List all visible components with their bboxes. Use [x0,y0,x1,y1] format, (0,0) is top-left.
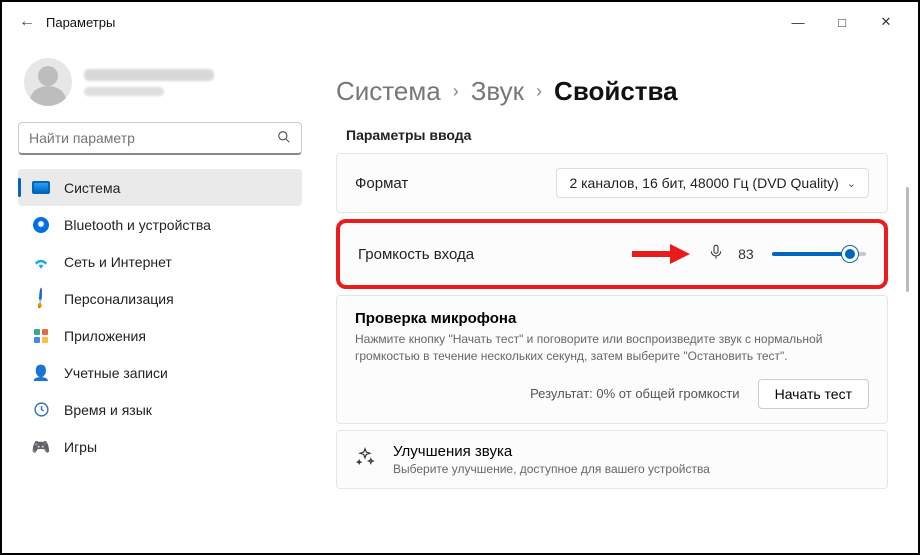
input-volume-label: Громкость входа [358,246,474,263]
brush-icon: 🖌️ [32,290,50,308]
minimize-button[interactable]: ― [776,2,820,42]
nav-item-system[interactable]: Система [18,169,302,206]
nav-label: Сеть и Интернет [64,254,172,270]
start-test-button[interactable]: Начать тест [758,379,869,409]
user-profile[interactable] [18,50,302,120]
nav-item-bluetooth[interactable]: ⁕ Bluetooth и устройства [18,206,302,243]
close-button[interactable]: ✕ [864,2,908,42]
format-label: Формат [355,175,408,192]
apps-icon [32,327,50,345]
nav-item-network[interactable]: Сеть и Интернет [18,243,302,280]
nav-item-gaming[interactable]: 🎮 Игры [18,428,302,465]
breadcrumb-system[interactable]: Система [336,76,441,107]
nav-list: Система ⁕ Bluetooth и устройства Сеть и … [18,169,302,465]
nav-item-time-language[interactable]: Время и язык [18,391,302,428]
title-bar: ← Параметры ― □ ✕ [2,2,918,42]
mic-test-desc: Нажмите кнопку "Начать тест" и поговорит… [355,331,869,365]
volume-slider[interactable] [772,244,866,264]
mic-test-result: Результат: 0% от общей громкости [530,386,740,401]
format-value: 2 каналов, 16 бит, 48000 Гц (DVD Quality… [569,175,838,191]
user-name [84,69,214,81]
input-volume-card: Громкость входа 83 [336,219,888,289]
mic-test-title: Проверка микрофона [355,310,869,327]
nav-label: Приложения [64,328,146,344]
volume-value: 83 [738,246,760,262]
gamepad-icon: 🎮 [32,438,50,456]
nav-label: Персонализация [64,291,174,307]
nav-item-personalization[interactable]: 🖌️ Персонализация [18,280,302,317]
sidebar: Система ⁕ Bluetooth и устройства Сеть и … [2,42,312,553]
chevron-down-icon: ⌄ [847,177,856,190]
breadcrumb-sound[interactable]: Звук [471,76,524,107]
search-icon [277,130,291,147]
format-select[interactable]: 2 каналов, 16 бит, 48000 Гц (DVD Quality… [556,168,869,198]
mic-test-card: Проверка микрофона Нажмите кнопку "Начат… [336,295,888,424]
nav-label: Система [64,180,120,196]
scrollbar[interactable] [905,82,910,553]
nav-item-apps[interactable]: Приложения [18,317,302,354]
sparkle-icon [355,447,375,472]
bluetooth-icon: ⁕ [32,216,50,234]
breadcrumb: Система › Звук › Свойства [336,76,888,107]
monitor-icon [32,179,50,197]
user-email [84,87,164,96]
nav-label: Bluetooth и устройства [64,217,211,233]
nav-label: Учетные записи [64,365,168,381]
breadcrumb-properties: Свойства [554,76,678,107]
chevron-right-icon: › [536,81,542,102]
wifi-icon [32,253,50,271]
enhance-title: Улучшения звука [393,443,710,460]
window-title: Параметры [46,15,115,30]
sound-enhance-card[interactable]: Улучшения звука Выберите улучшение, дост… [336,430,888,489]
microphone-icon[interactable] [708,243,724,265]
nav-label: Игры [64,439,97,455]
format-card: Формат 2 каналов, 16 бит, 48000 Гц (DVD … [336,153,888,213]
clock-icon [32,401,50,419]
annotation-arrow-icon [630,243,690,265]
enhance-desc: Выберите улучшение, доступное для вашего… [393,462,710,476]
nav-label: Время и язык [64,402,152,418]
section-input-params: Параметры ввода [346,127,888,143]
content-area: Система › Звук › Свойства Параметры ввод… [312,42,918,553]
chevron-right-icon: › [453,81,459,102]
back-button[interactable]: ← [12,2,42,42]
accounts-icon: 👤 [32,364,50,382]
nav-item-accounts[interactable]: 👤 Учетные записи [18,354,302,391]
search-box[interactable] [18,122,302,155]
maximize-button[interactable]: □ [820,2,864,42]
search-input[interactable] [29,130,277,146]
avatar [24,58,72,106]
